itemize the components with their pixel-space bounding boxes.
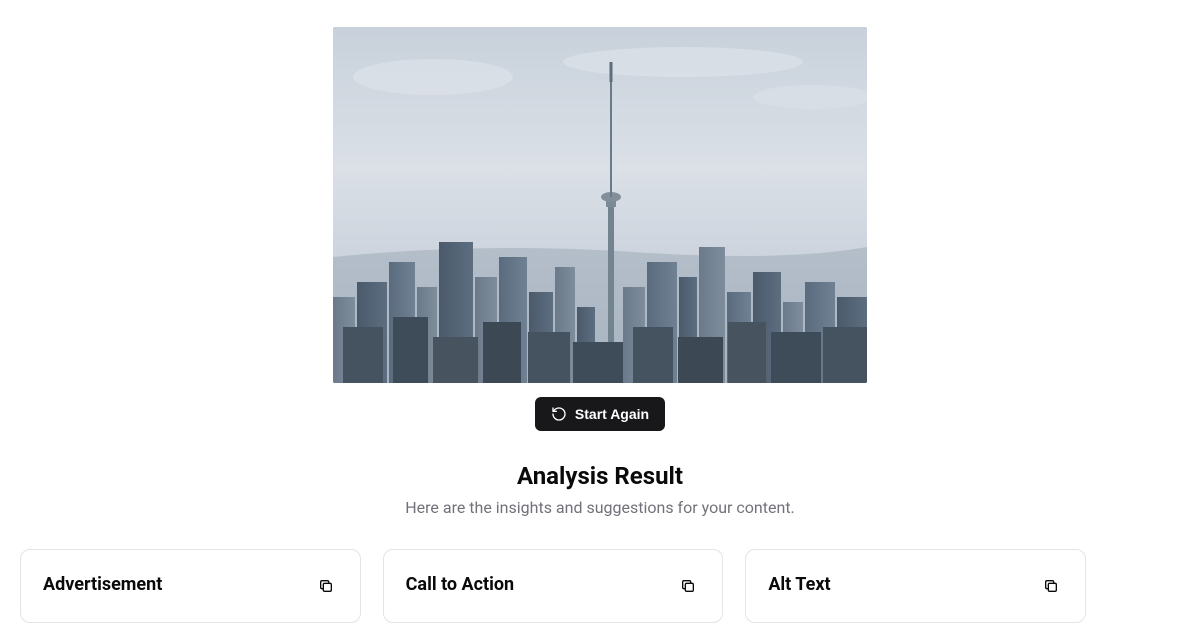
copy-button[interactable] xyxy=(676,574,700,598)
card-advertisement: Advertisement xyxy=(20,549,361,623)
skyline-illustration xyxy=(333,27,867,383)
start-again-button[interactable]: Start Again xyxy=(535,397,665,431)
start-again-label: Start Again xyxy=(575,406,649,422)
result-title: Analysis Result xyxy=(20,461,1180,492)
copy-icon xyxy=(318,578,334,594)
copy-icon xyxy=(680,578,696,594)
main-container: Start Again Analysis Result Here are the… xyxy=(0,0,1200,623)
card-title: Alt Text xyxy=(768,574,830,595)
rotate-ccw-icon xyxy=(551,406,567,422)
card-title: Advertisement xyxy=(43,574,162,595)
result-section: Analysis Result Here are the insights an… xyxy=(20,461,1180,623)
hero-image xyxy=(333,27,867,383)
card-alt-text: Alt Text xyxy=(745,549,1086,623)
card-title: Call to Action xyxy=(406,574,514,595)
result-subtitle: Here are the insights and suggestions fo… xyxy=(20,498,1180,517)
copy-button[interactable] xyxy=(314,574,338,598)
copy-button[interactable] xyxy=(1039,574,1063,598)
card-call-to-action: Call to Action xyxy=(383,549,724,623)
copy-icon xyxy=(1043,578,1059,594)
result-cards: Advertisement Call to Action xyxy=(20,549,1086,623)
